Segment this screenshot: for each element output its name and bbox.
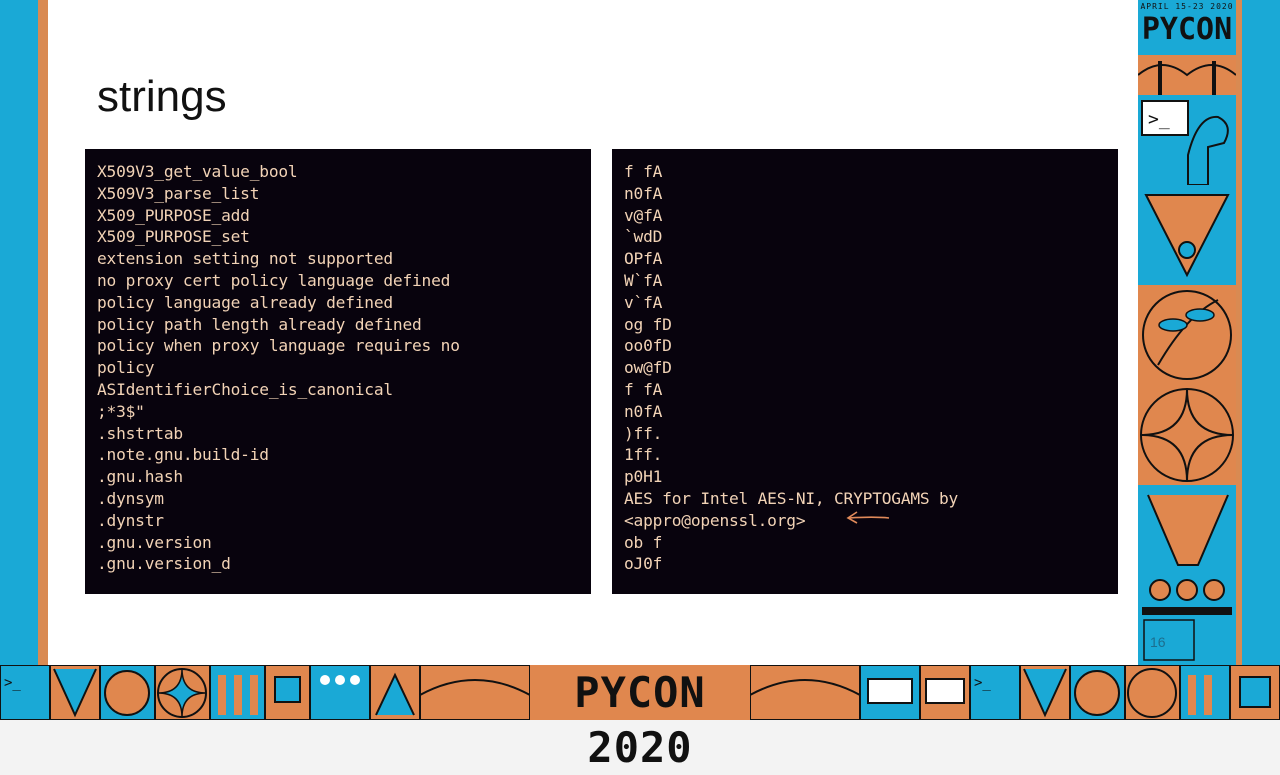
code-line: ow@fD [624,358,672,378]
code-line: X509_PURPOSE_add [97,205,250,225]
code-line: p0H1 [624,467,663,487]
code-line: 1ff. [624,445,663,465]
slide-title: strings [97,72,227,121]
svg-text:>_: >_ [4,675,21,691]
code-line: ob f [624,532,663,552]
code-line: oo0fD [624,336,672,356]
code-line: v`fA [624,292,663,312]
code-line: `wdD [624,227,663,247]
page-number: 16 [1150,634,1166,650]
code-line: AES for Intel AES-NI, CRYPTOGAMS by [624,488,959,508]
code-line: )ff. [624,423,663,443]
code-line: .dynstr [97,510,164,530]
code-line: W`fA [624,270,663,290]
code-line: v@fA [624,205,663,225]
terminal-panel-right: f fA n0fA v@fA `wdD OPfA W`fA v`fA og fD oo0fD ow… [612,149,1118,594]
code-line: no proxy cert policy language defined [97,270,451,290]
code-line: .gnu.hash [97,467,183,487]
code-line: policy path length already defined [97,314,422,334]
code-line: oJ0f [624,554,663,574]
left-frame-edge [0,0,38,665]
code-line: f fA [624,379,663,399]
left-frame-margin [48,0,68,665]
code-line: X509V3_get_value_bool [97,162,298,181]
code-line: n0fA [624,183,663,203]
pycon-logo: APRIL 15-23 2020 PYCON [1138,0,1236,95]
pycon-decorative-sidebar: APRIL 15-23 2020 PYCON >_ [1138,0,1236,665]
pycon-2020-banner: PYCON 2020 [530,665,750,772]
code-line: n0fA [624,401,663,421]
svg-text:>_: >_ [1148,109,1170,130]
right-frame-stripe [1236,0,1242,665]
hand-drawn-arrow-annotation [846,511,890,524]
code-line: .note.gnu.build-id [97,445,269,465]
code-line: X509V3_parse_list [97,183,260,203]
code-line: policy language already defined [97,292,393,312]
code-line: policy [97,358,155,378]
terminal-panel-left: X509V3_get_value_bool X509V3_parse_list X5… [85,149,591,594]
code-line: X509_PURPOSE_set [97,227,250,247]
code-line: policy when proxy language requires no [97,336,460,356]
logo-date: APRIL 15-23 2020 [1140,2,1234,11]
code-line: extension setting not supported [97,249,393,269]
code-line: .gnu.version [97,532,212,552]
code-line: ;*3$" [97,401,145,421]
code-line: f fA [624,162,663,181]
svg-text:>_: >_ [974,675,991,691]
bridge-icon [1138,55,1236,95]
logo-text: PYCON [1141,12,1233,47]
left-frame-stripe [38,0,48,665]
code-line: .dynsym [97,488,164,508]
code-line: og fD [624,314,672,334]
code-line: .shstrtab [97,423,183,443]
code-line: .gnu.version_d [97,554,231,574]
sidebar-pattern-icon: >_ [1138,95,1236,665]
code-line: ASIdentifierChoice_is_canonical [97,379,393,399]
right-frame-edge [1236,0,1280,665]
code-line: OPfA [624,249,663,269]
